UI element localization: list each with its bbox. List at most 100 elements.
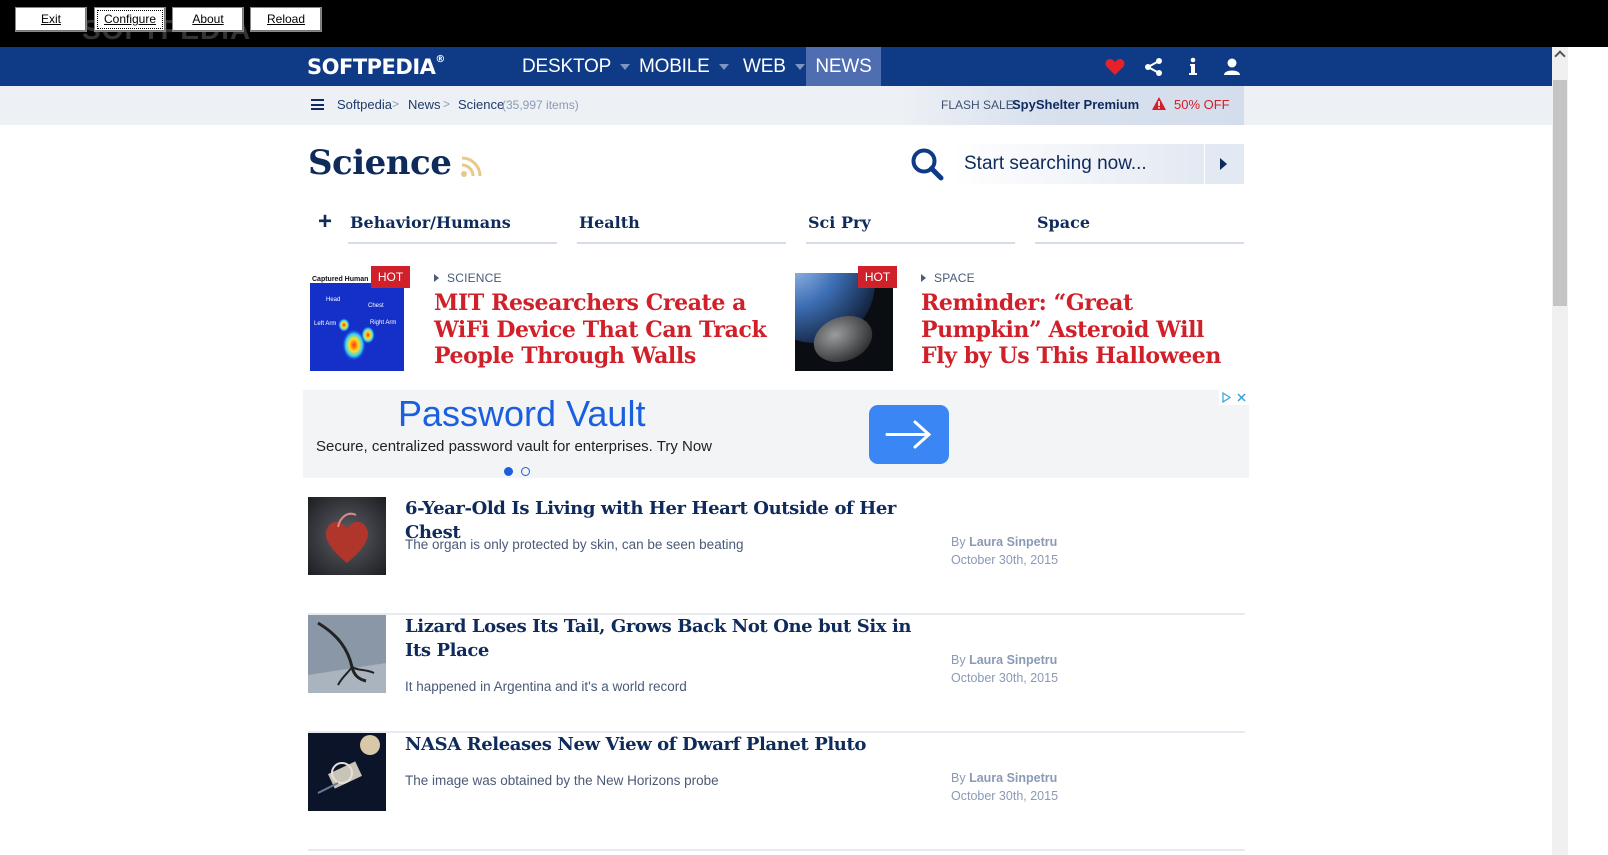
thumb-label-chest: Chest xyxy=(368,303,384,309)
ad-banner[interactable]: Password Vault Secure, centralized passw… xyxy=(303,390,1249,478)
article-thumbnail[interactable] xyxy=(308,615,386,693)
ad-carousel-dots xyxy=(504,463,538,481)
chevron-down-icon xyxy=(620,63,631,70)
article-title[interactable]: Lizard Loses Its Tail, Grows Back Not On… xyxy=(405,615,915,662)
ad-title[interactable]: Password Vault xyxy=(398,393,645,435)
featured-category[interactable]: SCIENCE xyxy=(434,271,502,285)
page-title: Science xyxy=(308,143,452,183)
logo-registered-mark: ® xyxy=(435,54,445,65)
breadcrumb-bar: Softpedia > News > Science (35,997 items… xyxy=(0,86,1552,125)
ad-choices-icon[interactable] xyxy=(1219,390,1249,405)
user-icon[interactable] xyxy=(1221,56,1243,78)
article-author[interactable]: Laura Sinpetru xyxy=(969,653,1057,667)
article-thumbnail[interactable] xyxy=(308,733,386,811)
reload-button-label: Reload xyxy=(266,12,306,26)
nav-web-label: WEB xyxy=(743,56,786,77)
chevron-down-icon xyxy=(794,63,805,70)
plus-icon[interactable]: + xyxy=(318,210,332,234)
featured-category[interactable]: SPACE xyxy=(921,271,975,285)
subcategory-space[interactable]: Space xyxy=(1035,202,1244,244)
rss-icon[interactable] xyxy=(460,155,483,178)
search-icon[interactable] xyxy=(910,147,944,181)
about-button-label: About xyxy=(192,12,224,26)
breadcrumb-softpedia[interactable]: Softpedia xyxy=(337,97,392,112)
breadcrumb-news[interactable]: News xyxy=(408,97,441,112)
article-description: The organ is only protected by skin, can… xyxy=(405,537,744,552)
author-by: By xyxy=(951,653,966,667)
article-meta: By Laura Sinpetru October 30th, 2015 xyxy=(951,652,1058,687)
nav-news[interactable]: NEWS xyxy=(806,47,881,90)
author-by: By xyxy=(951,535,966,549)
subcategory-label: Sci Pry xyxy=(808,213,871,232)
hot-badge: HOT xyxy=(371,266,410,288)
flash-sale-banner[interactable]: FLASH SALE: SpyShelter Premium 50% OFF xyxy=(902,86,1244,125)
hot-badge: HOT xyxy=(858,266,897,288)
article-title[interactable]: NASA Releases New View of Dwarf Planet P… xyxy=(405,733,945,757)
search-submit-button[interactable] xyxy=(1204,144,1244,184)
heart-icon[interactable] xyxy=(1104,56,1126,78)
article-date: October 30th, 2015 xyxy=(951,788,1059,803)
nav-desktop-label: DESKTOP xyxy=(522,56,612,77)
article-date: October 30th, 2015 xyxy=(951,670,1059,685)
search-box xyxy=(905,144,1244,184)
configure-button[interactable]: Configure xyxy=(94,7,166,32)
breadcrumb-item-count: (35,997 items) xyxy=(502,98,579,112)
thumb-label-right-arm: Right Arm xyxy=(370,320,396,326)
article-row: 6-Year-Old Is Living with Her Heart Outs… xyxy=(308,497,1245,615)
reload-button[interactable]: Reload xyxy=(250,7,322,32)
article-description: The image was obtained by the New Horizo… xyxy=(405,773,719,788)
softpedia-logo[interactable]: SOFTPEDIA® xyxy=(307,54,445,79)
thumb-label-head: Head xyxy=(326,297,340,303)
thumb-caption: Captured Human xyxy=(312,276,368,283)
exit-button[interactable]: Exit xyxy=(15,7,87,32)
carousel-dot[interactable] xyxy=(504,467,513,476)
article-author[interactable]: Laura Sinpetru xyxy=(969,535,1057,549)
page-scrollbar[interactable] xyxy=(1552,47,1568,855)
subcategory-sci-pry[interactable]: Sci Pry xyxy=(806,202,1015,244)
thumb-label-left-arm: Left Arm xyxy=(314,321,336,327)
article-thumbnail[interactable] xyxy=(308,497,386,575)
hamburger-menu-icon[interactable] xyxy=(311,99,324,110)
nav-web[interactable]: WEB xyxy=(743,47,805,86)
arrow-right-icon xyxy=(885,420,932,449)
article-author[interactable]: Laura Sinpetru xyxy=(969,771,1057,785)
breadcrumb-science[interactable]: Science xyxy=(458,97,504,112)
ad-arrow-button[interactable] xyxy=(869,405,949,464)
warning-icon xyxy=(1152,97,1166,110)
breadcrumb-separator: > xyxy=(392,97,400,111)
nav-desktop[interactable]: DESKTOP xyxy=(522,47,631,86)
featured-title[interactable]: Reminder: “Great Pumpkin” Asteroid Will … xyxy=(921,290,1241,370)
article-date: October 30th, 2015 xyxy=(951,552,1059,567)
article-meta: By Laura Sinpetru October 30th, 2015 xyxy=(951,534,1058,569)
share-icon[interactable] xyxy=(1143,56,1165,78)
article-meta: By Laura Sinpetru October 30th, 2015 xyxy=(951,770,1058,805)
app-toolbar: SOFTPEDIA Exit Configure About Reload xyxy=(0,0,1608,47)
scroll-thumb[interactable] xyxy=(1553,80,1567,306)
featured-title[interactable]: MIT Researchers Create a WiFi Device Tha… xyxy=(434,290,774,370)
info-icon[interactable] xyxy=(1182,56,1204,78)
subcategory-health[interactable]: Health xyxy=(577,202,786,244)
window-edge xyxy=(1568,47,1608,855)
main-navbar: SOFTPEDIA® DESKTOP MOBILE WEB NEWS xyxy=(0,47,1568,90)
subcategory-behavior-humans[interactable]: Behavior/Humans xyxy=(348,202,557,244)
nav-mobile[interactable]: MOBILE xyxy=(639,47,729,86)
search-input[interactable] xyxy=(952,144,1204,184)
chevron-down-icon xyxy=(718,63,729,70)
scroll-up-arrow-icon[interactable] xyxy=(1552,47,1568,63)
subcategory-label: Space xyxy=(1037,213,1091,232)
flash-sale-product[interactable]: SpyShelter Premium xyxy=(1012,97,1139,112)
ad-description[interactable]: Secure, centralized password vault for e… xyxy=(316,438,712,455)
breadcrumb-separator: > xyxy=(443,97,451,111)
article-row: Lizard Loses Its Tail, Grows Back Not On… xyxy=(308,615,1245,733)
exit-button-label: Exit xyxy=(40,12,61,26)
about-button[interactable]: About xyxy=(172,7,244,32)
subcategory-label: Behavior/Humans xyxy=(350,213,511,232)
author-by: By xyxy=(951,771,966,785)
nav-news-label: NEWS xyxy=(815,56,872,77)
flash-sale-discount: 50% OFF xyxy=(1174,97,1230,112)
article-description: It happened in Argentina and it's a worl… xyxy=(405,679,687,694)
carousel-dot[interactable] xyxy=(521,467,530,476)
logo-text: SOFTPEDIA xyxy=(307,55,436,79)
subcategory-label: Health xyxy=(579,213,640,232)
article-row: NASA Releases New View of Dwarf Planet P… xyxy=(308,733,1245,851)
